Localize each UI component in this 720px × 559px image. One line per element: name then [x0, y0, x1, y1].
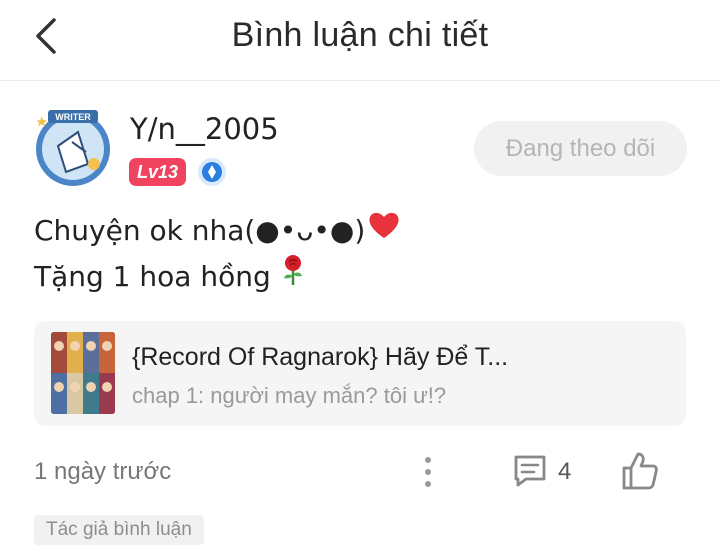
story-title: {Record Of Ragnarok} Hãy Để T...: [132, 343, 509, 371]
reply-count: 4: [558, 458, 572, 485]
follow-button[interactable]: Đang theo dõi: [474, 121, 687, 176]
comment-line-1: Chuyện ok nha(●•ᴗ•●): [34, 214, 366, 247]
header-bar: Bình luận chi tiết: [0, 0, 720, 81]
comment-line-2: Tặng 1 hoa hồng: [34, 260, 271, 293]
more-options-button[interactable]: [416, 454, 440, 490]
avatar[interactable]: WRITER: [28, 106, 118, 188]
story-chapter: chap 1: người may mắn? tôi ư!?: [132, 383, 447, 408]
author-tag: Tác giả bình luận: [34, 515, 204, 545]
thumbs-up-icon: [622, 452, 658, 490]
reply-button[interactable]: [510, 451, 550, 491]
comment-body: Chuyện ok nha(●•ᴗ•●) Tặng 1 hoa hồng: [34, 208, 401, 300]
level-badge: Lv13: [129, 158, 186, 186]
more-vertical-icon: [425, 457, 431, 487]
story-card[interactable]: {Record Of Ragnarok} Hãy Để T... chap 1:…: [34, 321, 686, 426]
rose-icon: [281, 254, 305, 300]
avatar-badge-text: WRITER: [55, 112, 91, 122]
like-button[interactable]: [620, 450, 660, 492]
comment-icon: [514, 455, 546, 487]
verified-badge-icon: [197, 157, 227, 187]
comment-timestamp: 1 ngày trước: [34, 458, 172, 485]
heart-icon: [367, 208, 401, 254]
page-title: Bình luận chi tiết: [231, 16, 489, 54]
story-cover-image: [51, 332, 115, 414]
username[interactable]: Y/n__2005: [130, 112, 279, 146]
